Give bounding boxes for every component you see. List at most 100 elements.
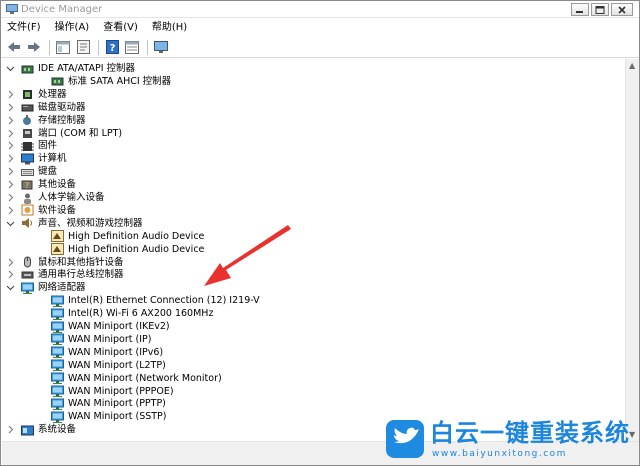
tree-node[interactable]: 存储控制器: [8, 114, 86, 127]
show-hide-icon: [56, 40, 70, 54]
tree-node[interactable]: WAN Miniport (IPv6): [51, 346, 163, 359]
tree-node[interactable]: High Definition Audio Device: [51, 243, 204, 256]
help-button[interactable]: ?: [103, 38, 121, 56]
processor-icon: [23, 90, 32, 100]
tree-node[interactable]: WAN Miniport (PPTP): [51, 397, 166, 410]
back-icon: [8, 42, 20, 52]
tree-node-label: 通用串行总线控制器: [38, 269, 124, 281]
collapsed-chevron-icon[interactable]: [6, 425, 15, 434]
tree-node[interactable]: ? 其他设备: [8, 178, 77, 191]
expanded-chevron-icon[interactable]: [6, 283, 15, 292]
collapsed-chevron-icon[interactable]: [6, 90, 15, 99]
tree-node-label: 磁盘驱动器: [38, 101, 86, 113]
toolbar-separator: [98, 39, 99, 55]
tree-node[interactable]: IDE ATA/ATAPI 控制器: [6, 62, 135, 75]
collapsed-chevron-icon[interactable]: [6, 270, 15, 279]
tree-node[interactable]: 系统设备: [8, 423, 76, 436]
tree-node-label: 鼠标和其他指针设备: [38, 256, 124, 268]
tree-node[interactable]: 端口 (COM 和 LPT): [8, 127, 123, 140]
tree-node-label: 键盘: [38, 166, 58, 178]
collapsed-chevron-icon[interactable]: [6, 193, 15, 202]
tree-node[interactable]: WAN Miniport (IKEv2): [51, 320, 170, 333]
collapsed-chevron-icon[interactable]: [6, 154, 15, 163]
minimize-button[interactable]: [571, 3, 589, 16]
tree-node-label: High Definition Audio Device: [68, 243, 205, 255]
tree-node[interactable]: 人体学输入设备: [8, 191, 105, 204]
device-manager-app-icon: [6, 4, 18, 14]
collapsed-chevron-icon[interactable]: [6, 129, 15, 138]
tree-node[interactable]: 声音、视频和游戏控制器: [6, 217, 143, 230]
collapsed-chevron-icon[interactable]: [6, 103, 15, 112]
properties-button[interactable]: [74, 38, 92, 56]
port-icon: [23, 129, 32, 138]
menu-file[interactable]: 文件(F): [7, 20, 41, 35]
system-devices-icon: [21, 425, 34, 436]
software-device-icon: [21, 204, 34, 216]
tree-node[interactable]: 键盘: [8, 165, 58, 178]
tree-node-label: 其他设备: [38, 179, 77, 191]
tree-node-label: WAN Miniport (IP): [68, 333, 152, 345]
tree-node[interactable]: High Definition Audio Device: [51, 230, 204, 243]
tree-node-label: High Definition Audio Device: [68, 230, 205, 242]
tree-node[interactable]: WAN Miniport (Network Monitor): [51, 372, 222, 385]
tree-node[interactable]: 处理器: [8, 88, 67, 101]
other-devices-icon: ?: [21, 180, 33, 190]
scroll-up-icon[interactable]: ▲: [629, 61, 635, 70]
svg-text:?: ?: [25, 181, 29, 190]
collapsed-chevron-icon[interactable]: [6, 141, 15, 150]
tree-node[interactable]: Intel(R) Ethernet Connection (12) I219-V: [51, 294, 260, 307]
tree-node[interactable]: 标准 SATA AHCI 控制器: [51, 75, 171, 88]
tree-node-label: 网络适配器: [38, 282, 86, 294]
tree-node-label: 标准 SATA AHCI 控制器: [68, 75, 172, 87]
collapsed-chevron-icon[interactable]: [6, 258, 15, 267]
usb-icon: [21, 271, 34, 279]
tree-node[interactable]: WAN Miniport (IP): [51, 333, 151, 346]
toolbar-separator: [147, 39, 148, 55]
back-button[interactable]: [5, 38, 23, 56]
menu-view[interactable]: 查看(V): [103, 20, 138, 35]
tree-node[interactable]: 计算机: [8, 152, 67, 165]
network-adapter-icon: [51, 346, 64, 359]
expanded-chevron-icon[interactable]: [6, 64, 15, 73]
monitor-icon: [154, 40, 168, 53]
device-tree[interactable]: IDE ATA/ATAPI 控制器 标准 SATA AHCI 控制器 处理器 磁盘驱动…: [2, 59, 624, 441]
audio-device-icon: [51, 230, 64, 243]
forward-button[interactable]: [25, 38, 43, 56]
tree-node[interactable]: Intel(R) Wi-Fi 6 AX200 160MHz: [51, 307, 213, 320]
tree-node[interactable]: 鼠标和其他指针设备: [8, 256, 124, 269]
tree-node-label: WAN Miniport (SSTP): [68, 411, 167, 423]
network-adapter-icon: [51, 333, 64, 346]
tree-node-label: WAN Miniport (PPPOE): [68, 385, 174, 397]
tree-node[interactable]: 磁盘驱动器: [8, 101, 86, 114]
tree-node-label: WAN Miniport (PPTP): [68, 398, 166, 410]
tree-node[interactable]: WAN Miniport (PPPOE): [51, 385, 174, 398]
watermark-brand: 白云一键重装系统: [430, 419, 630, 447]
tree-node-label: 端口 (COM 和 LPT): [38, 127, 123, 139]
vertical-scrollbar[interactable]: ▲ ▼: [625, 59, 639, 441]
network-adapter-icon: [51, 372, 64, 385]
collapsed-chevron-icon[interactable]: [6, 206, 15, 215]
collapsed-chevron-icon[interactable]: [6, 180, 15, 189]
tree-node[interactable]: WAN Miniport (L2TP): [51, 359, 166, 372]
scan-hardware-button[interactable]: [152, 38, 170, 56]
view-button[interactable]: [123, 38, 141, 56]
ide-controller-icon: [21, 65, 34, 73]
tree-node[interactable]: 网络适配器: [6, 281, 86, 294]
menu-help[interactable]: 帮助(H): [152, 20, 187, 35]
tree-node-label: 软件设备: [38, 204, 77, 216]
tree-node[interactable]: 固件: [8, 139, 57, 152]
tree-node[interactable]: 通用串行总线控制器: [8, 268, 124, 281]
expanded-chevron-icon[interactable]: [6, 219, 15, 228]
show-hide-button[interactable]: [54, 38, 72, 56]
hid-icon: [24, 193, 31, 204]
firmware-icon: [21, 141, 34, 151]
collapsed-chevron-icon[interactable]: [6, 167, 15, 176]
help-icon: ?: [105, 40, 119, 54]
collapsed-chevron-icon[interactable]: [6, 116, 15, 125]
maximize-button[interactable]: [591, 3, 609, 16]
close-button[interactable]: [611, 3, 633, 16]
view-icon: [125, 40, 139, 54]
tree-node[interactable]: WAN Miniport (SSTP): [51, 410, 167, 423]
tree-node[interactable]: 软件设备: [8, 204, 77, 217]
menu-action[interactable]: 操作(A): [55, 20, 90, 35]
